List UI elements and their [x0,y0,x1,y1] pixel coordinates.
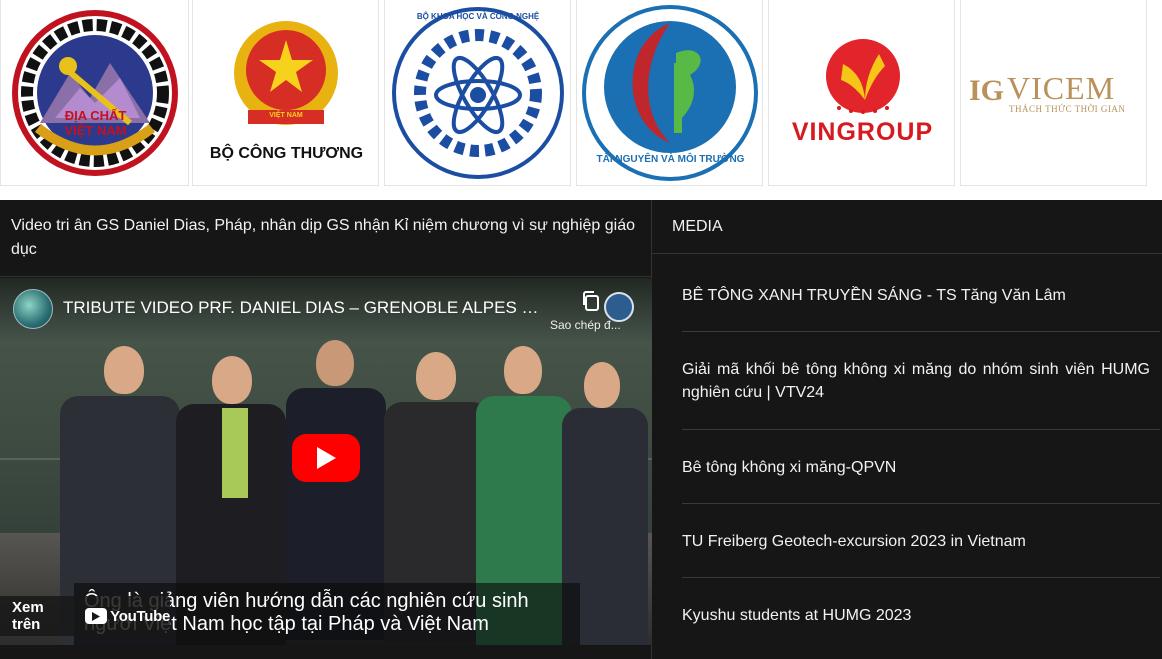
channel-avatar[interactable] [13,289,53,329]
logo-caption: BỘ CÔNG THƯƠNG [209,145,364,162]
logo-bo-khoa-hoc-cong-nghe[interactable]: BỘ KHOA HỌC VÀ CÔNG NGHỆ [384,0,571,186]
media-section: Video tri ân GS Daniel Dias, Pháp, nhân … [0,200,1162,659]
divider [682,577,1160,578]
partner-logos: ĐỊA CHẤT VIỆT NAM VIỆT NAM BỘ CÔNG THƯƠN… [0,0,1162,186]
logo-text: TÀI NGUYÊN VÀ MÔI TRƯỜNG [596,154,745,165]
media-item-2[interactable]: Giải mã khối bê tông không xi măng do nh… [682,358,1150,404]
media-item-5[interactable]: Kyushu students at HUMG 2023 [682,604,1150,627]
divider [682,503,1160,504]
media-item-3[interactable]: Bê tông không xi măng-QPVN [682,456,1150,479]
video-heading: Video tri ân GS Daniel Dias, Pháp, nhân … [11,217,635,258]
vicem-mark-icon: IG [969,74,1005,107]
logo-tagline: THÁCH THỨC THỜI GIAN [1009,104,1126,114]
emblem-ribbon-text: VIỆT NAM [269,112,303,119]
copy-link-icon[interactable] [580,290,602,312]
logo-wordmark: VICEM [1007,70,1116,106]
watch-on-label: Xem trên [12,599,44,633]
copy-link-label[interactable]: Sao chép đ... [550,318,621,332]
logo-vicem[interactable]: IG VICEM THÁCH THỨC THỜI GIAN [960,0,1147,186]
youtube-logo: YouTube [85,608,170,625]
logo-dia-chat-viet-nam[interactable]: ĐỊA CHẤT VIỆT NAM [0,0,189,186]
dia-chat-emblem-icon [11,9,178,176]
atom-gear-icon [391,6,564,179]
youtube-video-title[interactable]: TRIBUTE VIDEO PRF. DANIEL DIAS – GRENOBL… [63,298,543,318]
logo-wordmark: VINGROUP [791,118,934,146]
youtube-wordmark: YouTube [110,607,170,625]
divider [652,253,1162,254]
play-icon [317,447,336,469]
watch-on-youtube-button[interactable]: Xem trên YouTube [0,596,170,636]
logo-text-2: VIỆT NAM [64,123,127,138]
media-item-4[interactable]: TU Freiberg Geotech-excursion 2023 in Vi… [682,530,1150,553]
divider [682,429,1160,430]
divider [682,331,1160,332]
logo-vingroup[interactable]: VINGROUP [768,0,955,186]
media-header: MEDIA [672,218,723,235]
play-button[interactable] [292,434,360,482]
youtube-player[interactable]: TRIBUTE VIDEO PRF. DANIEL DIAS – GRENOBL… [0,278,652,645]
logo-tai-nguyen-moi-truong[interactable]: TÀI NGUYÊN VÀ MÔI TRƯỜNG [576,0,763,186]
vingroup-emblem-icon [826,39,900,114]
youtube-play-icon [85,608,108,624]
media-list-column: MEDIA BÊ TÔNG XANH TRUYỀN SÁNG - TS Tăng… [652,200,1162,659]
media-item-1[interactable]: BÊ TÔNG XANH TRUYỀN SÁNG - TS Tăng Văn L… [682,284,1150,307]
video-column: Video tri ân GS Daniel Dias, Pháp, nhân … [0,200,652,659]
logo-text: BỘ KHOA HỌC VÀ CÔNG NGHỆ [416,12,540,21]
university-seal-icon [604,292,634,322]
logo-text-1: ĐỊA CHẤT [64,108,127,123]
logo-bo-cong-thuong[interactable]: VIỆT NAM BỘ CÔNG THƯƠNG [192,0,379,186]
divider [0,276,652,277]
